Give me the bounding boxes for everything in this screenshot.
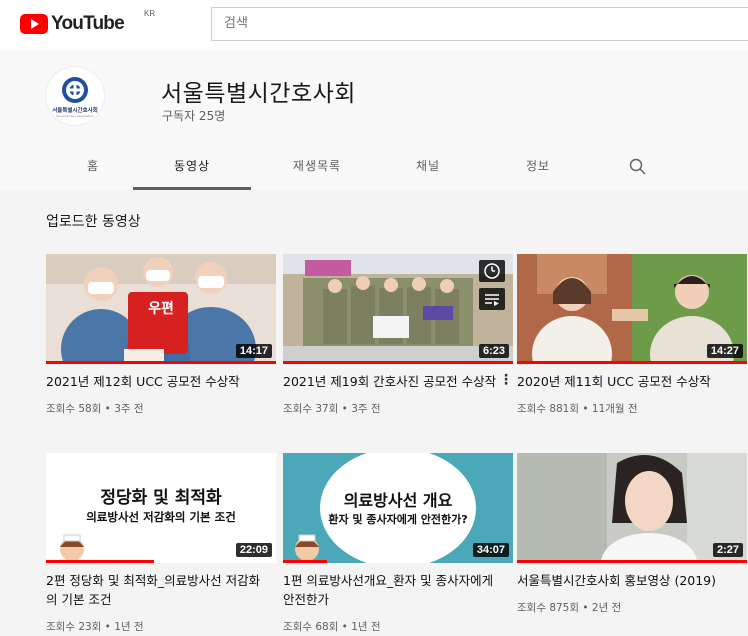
tab-home[interactable]: 홈 xyxy=(55,144,131,190)
tab-playlists[interactable]: 재생목록 xyxy=(272,144,362,190)
video-meta: 조회수 881회 • 11개월 전 xyxy=(517,403,638,415)
nurse-mascot-icon xyxy=(60,534,84,561)
thumbnail-subtitle-text: 환자 및 종사자에게 안전한가? xyxy=(328,513,468,526)
video-card[interactable]: 14:27 2020년 제11회 UCC 공모전 수상작 조회수 881회 • … xyxy=(517,254,747,416)
country-code: KR xyxy=(144,9,156,18)
video-card[interactable]: 우편 14:17 2021년 제12회 UCC 공모전 수상작 조회수 58회 … xyxy=(46,254,276,416)
video-duration: 6:23 xyxy=(478,344,509,358)
section-title: 업로드한 동영상 xyxy=(46,214,141,230)
video-card[interactable]: 2:27 서울특별시간호사회 홍보영상 (2019) 조회수 875회 • 2년… xyxy=(517,453,747,615)
tab-about[interactable]: 정보 xyxy=(508,144,568,190)
video-thumbnail[interactable]: 14:27 xyxy=(517,254,747,364)
search-input[interactable] xyxy=(224,16,704,31)
video-duration: 34:07 xyxy=(472,543,509,557)
video-thumbnail[interactable]: 2:27 xyxy=(517,453,747,563)
video-card[interactable]: 의료방사선 개요 환자 및 종사자에게 안전한가? 34:07 1편 의료방사선… xyxy=(283,453,513,634)
playlist-add-icon[interactable] xyxy=(479,288,505,310)
watch-progress xyxy=(283,560,327,563)
video-thumbnail[interactable]: 6:23 xyxy=(283,254,513,364)
subscriber-count: 구독자 25명 xyxy=(162,109,226,123)
video-duration: 14:27 xyxy=(706,344,743,358)
video-card[interactable]: 정당화 및 최적화 의료방사선 저감화의 기본 조건 22:09 2편 정당화 … xyxy=(46,453,276,634)
youtube-logo[interactable]: YouTube KR xyxy=(20,9,155,35)
search-icon[interactable] xyxy=(628,157,648,177)
logo-text: YouTube xyxy=(51,13,125,34)
video-title[interactable]: 서울특별시간호사회 홍보영상 (2019) xyxy=(517,571,739,590)
video-meta: 조회수 23회 • 1년 전 xyxy=(46,621,144,633)
video-card[interactable]: 6:23 2021년 제19회 간호사진 공모전 수상작 조회수 37회 • 3… xyxy=(283,254,513,416)
channel-header: 서울특별시간호사회 Seoul Nurses Association 서울특별시… xyxy=(0,50,748,190)
channel-tabs: 홈 동영상 재생목록 채널 정보 xyxy=(0,144,748,190)
channel-name: 서울특별시간호사회 xyxy=(161,81,356,107)
video-title[interactable]: 2021년 제19회 간호사진 공모전 수상작 xyxy=(283,372,505,391)
videos-grid: 업로드한 동영상 우편 14:17 2021년 제12회 UCC 공모전 수상작… xyxy=(0,190,748,636)
channel-avatar[interactable]: 서울특별시간호사회 Seoul Nurses Association xyxy=(46,67,104,125)
tab-videos[interactable]: 동영상 xyxy=(133,144,251,190)
video-thumbnail[interactable]: 정당화 및 최적화 의료방사선 저감화의 기본 조건 22:09 xyxy=(46,453,276,563)
avatar-subcaption: Seoul Nurses Association xyxy=(56,114,94,118)
video-meta: 조회수 68회 • 1년 전 xyxy=(283,621,381,633)
video-title[interactable]: 2편 정당화 및 최적화_의료방사선 저감화의 기본 조건 xyxy=(46,571,268,609)
thumbnail-text: 우편 xyxy=(148,301,174,317)
video-duration: 22:09 xyxy=(235,543,272,557)
video-thumbnail[interactable]: 의료방사선 개요 환자 및 종사자에게 안전한가? 34:07 xyxy=(283,453,513,563)
more-vert-icon[interactable]: ⋮ xyxy=(499,372,513,388)
video-meta: 조회수 58회 • 3주 전 xyxy=(46,403,144,415)
watch-progress xyxy=(517,361,747,364)
search-box[interactable] xyxy=(211,7,748,41)
clock-icon[interactable] xyxy=(479,260,505,282)
video-title[interactable]: 2021년 제12회 UCC 공모전 수상작 xyxy=(46,372,268,391)
watch-progress xyxy=(283,361,513,364)
youtube-play-icon xyxy=(20,14,48,34)
nurse-mascot-icon xyxy=(295,534,319,561)
video-duration: 2:27 xyxy=(712,543,743,557)
tab-channels[interactable]: 채널 xyxy=(398,144,458,190)
top-bar: YouTube KR xyxy=(0,0,748,50)
video-meta: 조회수 37회 • 3주 전 xyxy=(283,403,381,415)
watch-progress xyxy=(46,361,276,364)
avatar-caption: 서울특별시간호사회 xyxy=(52,108,98,114)
thumbnail-subtitle-text: 의료방사선 저감화의 기본 조건 xyxy=(86,510,236,524)
video-title[interactable]: 2020년 제11회 UCC 공모전 수상작 xyxy=(517,372,739,391)
watch-progress xyxy=(46,560,155,563)
video-thumbnail[interactable]: 우편 14:17 xyxy=(46,254,276,364)
video-title[interactable]: 1편 의료방사선개요_환자 및 종사자에게 안전한가 xyxy=(283,571,505,609)
video-meta: 조회수 875회 • 2년 전 xyxy=(517,602,622,614)
thumbnail-title-text: 정당화 및 최적화 xyxy=(100,488,222,508)
watch-progress xyxy=(517,560,747,563)
thumbnail-title-text: 의료방사선 개요 xyxy=(343,491,453,510)
video-duration: 14:17 xyxy=(235,344,272,358)
